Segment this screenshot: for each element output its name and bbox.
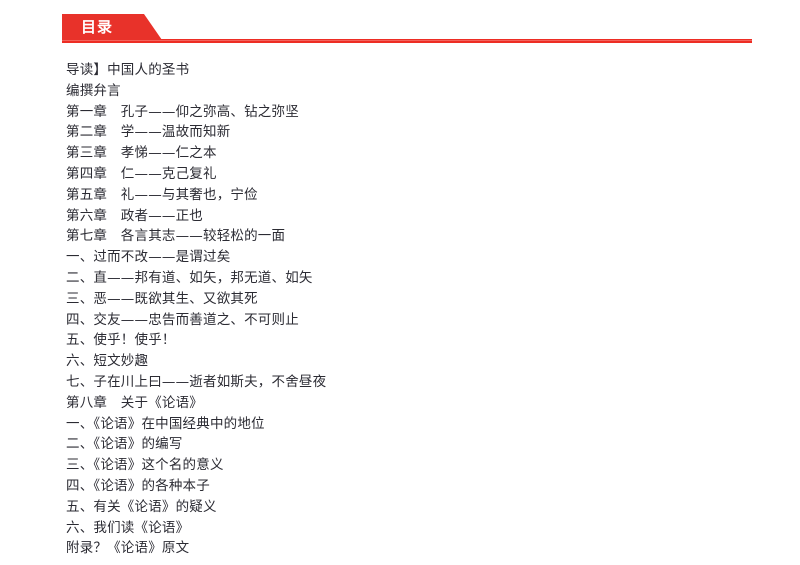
toc-entry[interactable]: 第三章 孝悌——仁之本 — [66, 143, 766, 164]
toc-entry[interactable]: 三、《论语》这个名的意义 — [66, 455, 766, 476]
toc-entry[interactable]: 二、《论语》的编写 — [66, 434, 766, 455]
toc-entry[interactable]: 六、我们读《论语》 — [66, 518, 766, 539]
toc-entry[interactable]: 一、过而不改——是谓过矣 — [66, 247, 766, 268]
toc-header: 目录 — [62, 14, 752, 43]
toc-entry[interactable]: 编撰弁言 — [66, 81, 766, 102]
toc-tab: 目录 — [62, 14, 162, 40]
toc-entry[interactable]: 第二章 学——温故而知新 — [66, 122, 766, 143]
toc-entry[interactable]: 第一章 孔子——仰之弥高、钻之弥坚 — [66, 102, 766, 123]
toc-entry[interactable]: 一、《论语》在中国经典中的地位 — [66, 414, 766, 435]
toc-tab-label: 目录 — [81, 17, 114, 36]
toc-entry[interactable]: 第七章 各言其志——较轻松的一面 — [66, 226, 766, 247]
toc-entry[interactable]: 五、使乎！使乎！ — [66, 330, 766, 351]
toc-entry[interactable]: 第六章 政者——正也 — [66, 206, 766, 227]
toc-entry[interactable]: 六、短文妙趣 — [66, 351, 766, 372]
toc-entry[interactable]: 第八章 关于《论语》 — [66, 393, 766, 414]
toc-entry[interactable]: 二、直——邦有道、如矢，邦无道、如矢 — [66, 268, 766, 289]
header-rule-highlight — [62, 40, 752, 41]
toc-entry-list: 导读】中国人的圣书 编撰弁言 第一章 孔子——仰之弥高、钻之弥坚 第二章 学——温故而… — [66, 60, 766, 559]
toc-entry[interactable]: 七、子在川上曰——逝者如斯夫，不舍昼夜 — [66, 372, 766, 393]
toc-entry[interactable]: 导读】中国人的圣书 — [66, 60, 766, 81]
toc-entry[interactable]: 五、有关《论语》的疑义 — [66, 497, 766, 518]
toc-entry[interactable]: 三、恶——既欲其生、又欲其死 — [66, 289, 766, 310]
toc-entry[interactable]: 第四章 仁——克己复礼 — [66, 164, 766, 185]
toc-entry[interactable]: 四、《论语》的各种本子 — [66, 476, 766, 497]
toc-entry[interactable]: 附录？《论语》原文 — [66, 538, 766, 559]
toc-entry[interactable]: 第五章 礼——与其奢也，宁俭 — [66, 185, 766, 206]
toc-entry[interactable]: 四、交友——忠告而善道之、不可则止 — [66, 310, 766, 331]
